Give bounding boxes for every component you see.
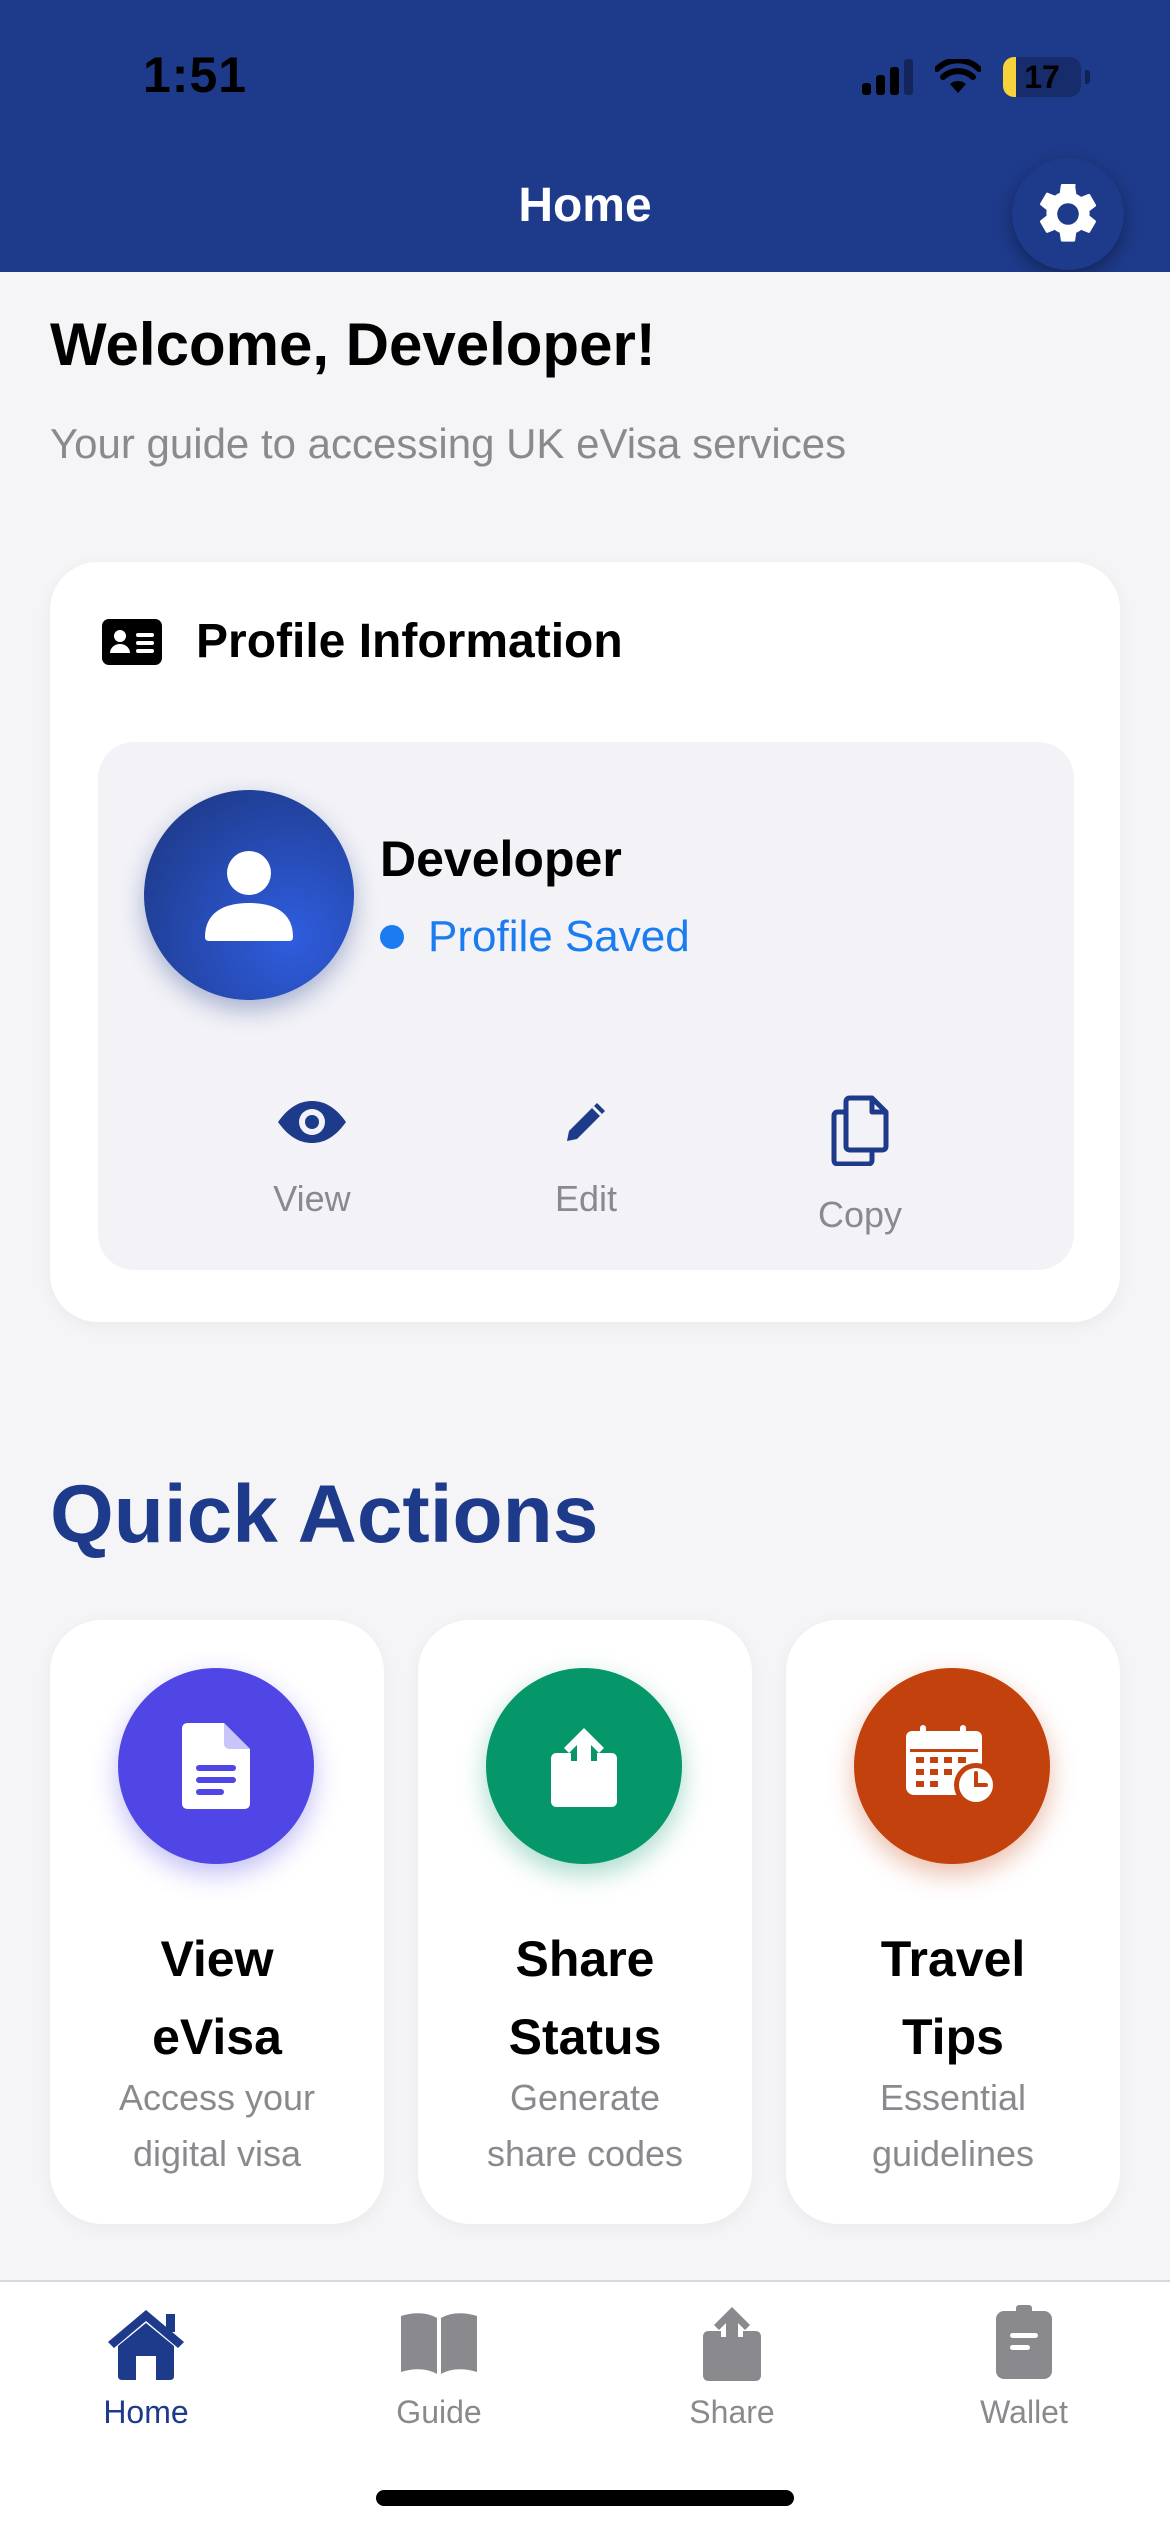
copy-label: Copy <box>817 1194 903 1235</box>
share-status-card[interactable]: Share Status Generate share codes <box>418 1620 752 2224</box>
tab-home-label: Home <box>103 2394 189 2430</box>
share-status-label-line1: Share <box>515 1931 655 1987</box>
status-dot <box>380 925 404 949</box>
person-icon <box>205 851 293 941</box>
tab-guide[interactable]: Guide <box>339 2298 539 2431</box>
view-label: View <box>273 1178 351 1219</box>
profile-card-title: Profile Information <box>196 615 623 668</box>
edit-profile-button[interactable]: Edit <box>486 1082 686 1220</box>
view-evisa-description: Access your digital visa <box>70 2070 364 2182</box>
share-icon <box>551 1728 617 1807</box>
share-status-desc-line1: Generate <box>509 2077 661 2118</box>
view-evisa-card[interactable]: View eVisa Access your digital visa <box>50 1620 384 2224</box>
view-profile-button[interactable]: View <box>212 1082 412 1220</box>
travel-tips-description: Essential guidelines <box>806 2070 1100 2182</box>
profile-status: Profile Saved <box>380 912 690 962</box>
tab-wallet-label: Wallet <box>980 2394 1068 2430</box>
tab-share-label: Share <box>689 2394 775 2430</box>
share-icon <box>703 2307 761 2381</box>
pencil-icon <box>567 1103 605 1141</box>
nav-header: 1:51 17 Home <box>0 0 1170 272</box>
travel-tips-label-line1: Travel <box>880 1931 1026 1987</box>
tab-share[interactable]: Share <box>632 2298 832 2431</box>
share-status-label: Share Status <box>438 1920 732 2076</box>
view-evisa-icon-circle <box>118 1668 314 1864</box>
copy-icon <box>831 1095 889 1166</box>
status-time: 1:51 <box>143 47 248 103</box>
scroll-content[interactable]: Welcome, Developer! Your guide to access… <box>0 272 1170 2282</box>
cellular-signal-icon <box>862 59 913 95</box>
wallet-icon <box>996 2305 1052 2379</box>
profile-card-header: Profile Information <box>102 614 623 669</box>
travel-tips-icon-circle <box>854 1668 1050 1864</box>
wifi-icon <box>935 59 981 93</box>
page-title: Home <box>518 179 652 232</box>
quick-actions-title: Quick Actions <box>50 1469 599 1560</box>
status-icons: 17 <box>862 52 1090 102</box>
battery-level: 17 <box>1024 59 1060 95</box>
view-evisa-label: View eVisa <box>70 1920 364 2076</box>
travel-tips-label-line2: Tips <box>902 2009 1004 2065</box>
share-status-icon-circle <box>486 1668 682 1864</box>
tab-wallet[interactable]: Wallet <box>924 2298 1124 2431</box>
book-icon <box>401 2313 477 2374</box>
edit-label: Edit <box>554 1178 618 1219</box>
house-icon <box>108 2310 184 2380</box>
home-indicator[interactable] <box>376 2490 794 2506</box>
profile-card: Profile Information Developer Profile Sa… <box>50 562 1120 1322</box>
tab-guide-label: Guide <box>396 2394 482 2430</box>
travel-tips-desc-line2: guidelines <box>871 2133 1035 2174</box>
view-evisa-label-line1: View <box>160 1931 274 1987</box>
calendar-clock-icon <box>906 1725 998 1807</box>
document-icon <box>182 1723 250 1809</box>
welcome-title: Welcome, Developer! <box>50 311 656 378</box>
tab-home[interactable]: Home <box>46 2298 246 2431</box>
settings-button[interactable] <box>1012 158 1124 270</box>
view-evisa-label-line2: eVisa <box>152 2009 282 2065</box>
view-evisa-desc-line1: Access your <box>118 2077 316 2118</box>
battery-icon: 17 <box>1003 57 1081 97</box>
battery-tip <box>1085 70 1090 84</box>
home-screen: 1:51 17 Home Welcome, Developer! Your gu… <box>0 0 1170 2532</box>
travel-tips-label: Travel Tips <box>806 1920 1100 2076</box>
copy-profile-button[interactable]: Copy <box>760 1082 960 1236</box>
eye-icon <box>278 1101 346 1143</box>
profile-summary: Developer Profile Saved View Edit Copy <box>98 742 1074 1270</box>
gear-icon <box>1039 183 1097 242</box>
profile-status-label: Profile Saved <box>428 912 690 961</box>
view-evisa-desc-line2: digital visa <box>132 2133 302 2174</box>
id-card-icon <box>102 618 162 665</box>
welcome-subtitle: Your guide to accessing UK eVisa service… <box>50 420 847 467</box>
share-status-description: Generate share codes <box>438 2070 732 2182</box>
profile-name: Developer <box>380 831 622 887</box>
share-status-label-line2: Status <box>508 2009 662 2065</box>
share-status-desc-line2: share codes <box>486 2133 684 2174</box>
travel-tips-card[interactable]: Travel Tips Essential guidelines <box>786 1620 1120 2224</box>
travel-tips-desc-line1: Essential <box>879 2077 1027 2118</box>
avatar[interactable] <box>144 790 354 1000</box>
